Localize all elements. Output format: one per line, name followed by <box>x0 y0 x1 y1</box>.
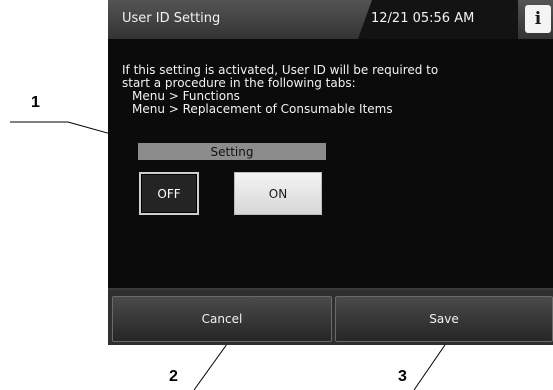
setting-description: If this setting is activated, User ID wi… <box>122 64 542 116</box>
info-icon: i <box>534 9 542 29</box>
device-screen: User ID Setting 12/21 05:56 AM i If this… <box>108 0 553 345</box>
screen-title: User ID Setting <box>122 11 221 26</box>
on-button[interactable]: ON <box>234 172 322 215</box>
description-line-tab-consumables: Menu > Replacement of Consumable Items <box>132 102 393 116</box>
callout-2-label: 2 <box>169 368 178 385</box>
datetime-display: 12/21 05:56 AM <box>371 11 475 26</box>
info-button[interactable]: i <box>525 5 551 33</box>
setting-label: Setting <box>138 143 326 160</box>
off-button[interactable]: OFF <box>139 172 199 215</box>
save-button[interactable]: Save <box>335 296 553 342</box>
callout-3-label: 3 <box>398 368 407 385</box>
cancel-button[interactable]: Cancel <box>112 296 332 342</box>
callout-1-label: 1 <box>31 94 40 111</box>
